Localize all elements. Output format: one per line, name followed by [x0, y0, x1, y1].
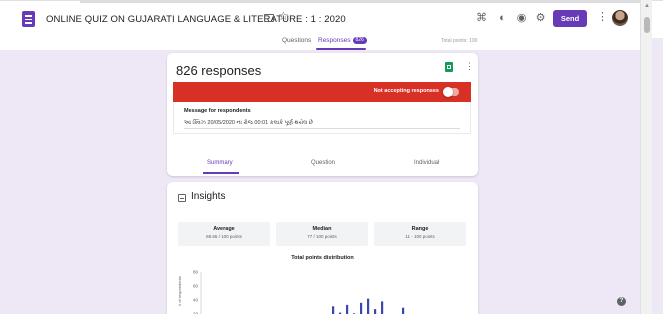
respondent-message-section: Message for respondents આ ક્વિઝ 20/05/20…	[173, 102, 471, 134]
tab-responses[interactable]: Responses 826	[318, 37, 367, 44]
page-scrollbar[interactable]: ▲	[640, 0, 652, 314]
tab-questions[interactable]: Questions	[282, 37, 311, 44]
app-header: ONLINE QUIZ ON GUJARATI LANGUAGE & LITER…	[0, 0, 663, 38]
not-accepting-label: Not accepting responses	[373, 88, 439, 94]
more-vert-icon[interactable]: ⋮	[597, 11, 608, 24]
folder-icon[interactable]	[264, 14, 274, 22]
accepting-responses-toggle[interactable]	[443, 87, 459, 97]
y-tick-label: 60	[193, 284, 199, 289]
help-icon[interactable]: ?	[617, 297, 626, 306]
active-subtab-indicator	[203, 172, 239, 174]
preview-eye-icon[interactable]: ◉	[515, 12, 528, 25]
more-vert-icon[interactable]: ⋮	[465, 60, 474, 72]
y-tick-label: 80	[193, 270, 199, 275]
average-value: 68.65 / 100 points	[206, 234, 242, 239]
range-label: Range	[411, 226, 429, 232]
form-title[interactable]: ONLINE QUIZ ON GUJARATI LANGUAGE & LITER…	[46, 14, 346, 25]
chart-bar	[332, 306, 335, 314]
average-label: Average	[213, 226, 235, 232]
median-label: Median	[312, 226, 332, 232]
tab-question[interactable]: Question	[311, 160, 335, 166]
responses-card: 826 responses ⋮ Not accepting responses …	[167, 53, 478, 176]
chart-bar	[346, 304, 349, 314]
median-stat: Median 77 / 100 points	[276, 222, 368, 246]
toggle-knob	[443, 87, 453, 97]
google-forms-icon[interactable]	[22, 11, 35, 27]
range-stat: Range 11 - 100 points	[374, 222, 466, 246]
chart-bar	[360, 302, 363, 314]
chart-bar	[381, 301, 384, 314]
total-points-label: Total points: 100	[441, 38, 478, 44]
message-input[interactable]: આ ક્વિઝ 20/05/2020 ના રોજ 00:01 કલાકે પૂ…	[184, 120, 313, 127]
settings-icon[interactable]: ⚙	[534, 12, 547, 25]
tab-individual[interactable]: Individual	[414, 160, 439, 166]
points-distribution-chart: # of respondents20406080	[177, 270, 405, 314]
chart-bar	[402, 307, 405, 314]
chart-bar	[367, 298, 370, 314]
addon-puzzle-icon[interactable]: ⌘	[475, 12, 488, 25]
insights-icon	[178, 194, 186, 202]
insights-title: Insights	[191, 191, 226, 202]
median-value: 77 / 100 points	[307, 234, 337, 239]
responses-count-badge: 826	[352, 37, 367, 44]
insights-card: Insights Average 68.65 / 100 points Medi…	[167, 182, 478, 314]
sheets-icon[interactable]	[445, 62, 453, 72]
browser-strip	[80, 1, 640, 3]
y-axis-label: # of respondents	[177, 276, 182, 306]
form-tabs: Questions Responses 826 Total points: 100	[0, 36, 640, 50]
average-stat: Average 68.65 / 100 points	[178, 222, 270, 246]
range-value: 11 - 100 points	[405, 234, 435, 239]
response-count: 826 responses	[176, 63, 262, 78]
palette-icon[interactable]: ◐	[496, 12, 509, 25]
scroll-thumb[interactable]	[644, 17, 650, 33]
accepting-responses-bar: Not accepting responses	[173, 82, 471, 102]
star-icon[interactable]: ☆	[278, 10, 289, 22]
scroll-up-arrow-icon[interactable]: ▲	[644, 3, 650, 9]
chart-title: Total points distribution	[291, 255, 354, 261]
tab-summary[interactable]: Summary	[207, 160, 233, 166]
avatar[interactable]	[612, 10, 628, 26]
active-tab-indicator	[316, 48, 366, 50]
send-button[interactable]: Send	[553, 10, 587, 27]
chart-bar	[374, 309, 377, 314]
y-tick-label: 40	[193, 298, 199, 303]
input-underline	[184, 128, 460, 129]
tab-responses-label: Responses	[318, 37, 351, 45]
message-label: Message for respondents	[184, 108, 251, 114]
